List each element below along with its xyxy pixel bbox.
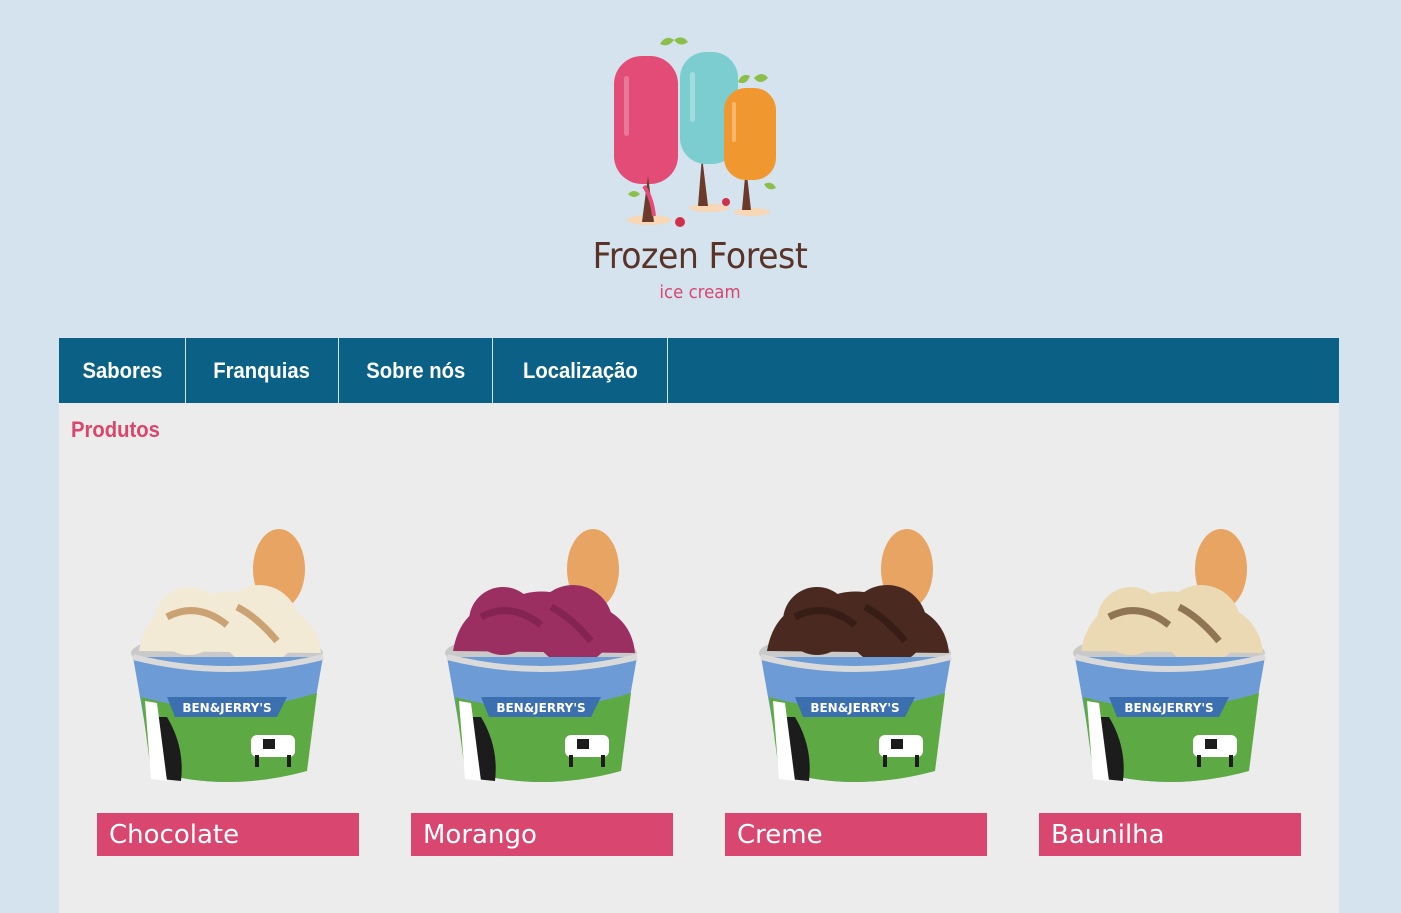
ice-cream-cup-image: BEN&JERRY'S <box>1073 529 1266 782</box>
ice-cream-cup-image: BEN&JERRY'S <box>445 529 638 782</box>
brand-name: Frozen Forest <box>592 236 808 277</box>
product-card[interactable]: BEN&JERRY'S Morango <box>411 513 673 856</box>
product-label[interactable]: Morango <box>411 813 673 856</box>
product-card[interactable]: BEN&JERRY'S Baunilha <box>1039 513 1301 856</box>
brand-tagline: ice cream <box>659 282 741 303</box>
main-nav: Sabores Franquias Sobre nós Localização <box>59 338 1339 403</box>
frozen-forest-logo-icon <box>614 37 776 227</box>
product-label[interactable]: Baunilha <box>1039 813 1301 856</box>
products-section: Produtos BEN&JERRY'S Chocolate BEN&JERRY… <box>59 403 1339 913</box>
svg-text:BEN&JERRY'S: BEN&JERRY'S <box>1124 701 1213 715</box>
svg-text:BEN&JERRY'S: BEN&JERRY'S <box>182 701 271 715</box>
product-label[interactable]: Creme <box>725 813 987 856</box>
product-label[interactable]: Chocolate <box>97 813 359 856</box>
product-card[interactable]: BEN&JERRY'S Chocolate <box>97 513 359 856</box>
product-card[interactable]: BEN&JERRY'S Creme <box>725 513 987 856</box>
nav-item-localizacao[interactable]: Localização <box>493 338 668 403</box>
ice-cream-cup-image: BEN&JERRY'S <box>759 529 952 782</box>
svg-text:BEN&JERRY'S: BEN&JERRY'S <box>810 701 899 715</box>
nav-item-sabores[interactable]: Sabores <box>59 338 186 403</box>
svg-text:BEN&JERRY'S: BEN&JERRY'S <box>496 701 585 715</box>
nav-item-sobre-nos[interactable]: Sobre nós <box>339 338 493 403</box>
site-header: Frozen Forest ice cream <box>0 0 1401 338</box>
nav-item-franquias[interactable]: Franquias <box>186 338 339 403</box>
ice-cream-cup-image: BEN&JERRY'S <box>131 529 324 782</box>
section-title: Produtos <box>71 417 160 442</box>
